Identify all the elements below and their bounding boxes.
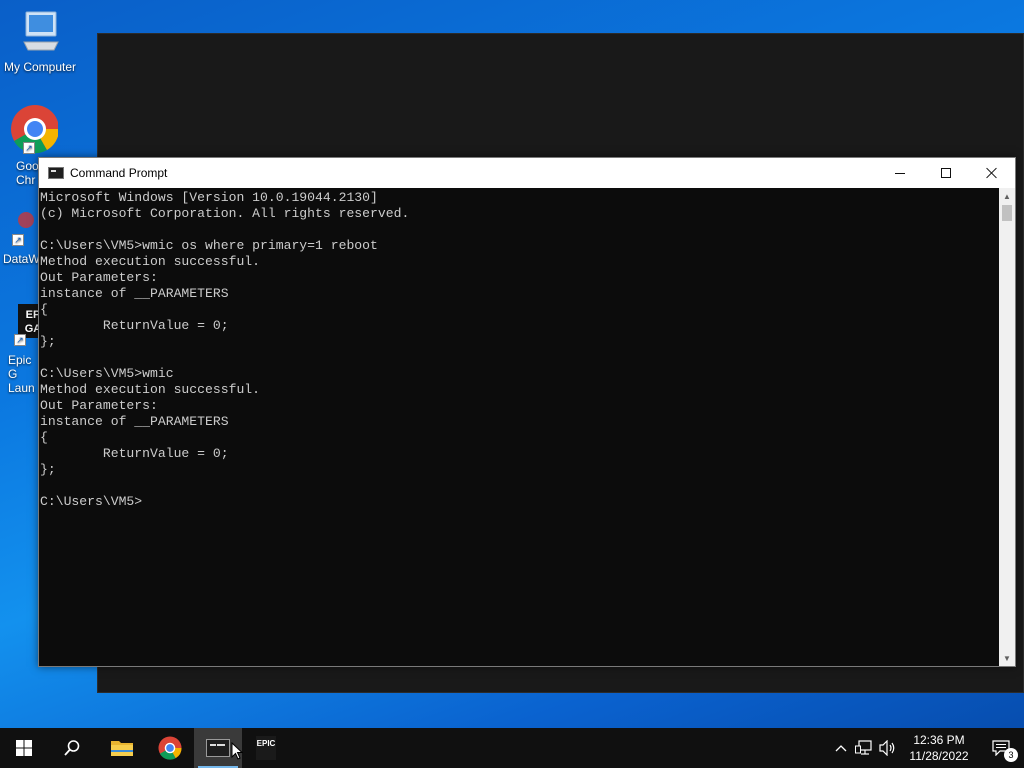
scroll-down-button[interactable]: ▼ xyxy=(999,650,1015,666)
computer-icon xyxy=(23,11,59,51)
epic-games-icon: EP GA xyxy=(18,304,38,338)
maximize-icon xyxy=(941,168,951,178)
epic-games-icon: EPIC xyxy=(256,736,276,760)
desktop-icon-epic-games[interactable]: EP GA ↗ Epic G Laun xyxy=(0,304,38,395)
start-button[interactable] xyxy=(0,728,48,768)
command-prompt-icon xyxy=(206,739,230,757)
search-button[interactable] xyxy=(48,728,96,768)
shortcut-arrow-icon: ↗ xyxy=(12,234,24,246)
network-icon xyxy=(855,740,872,755)
folder-icon xyxy=(111,741,133,756)
speaker-icon xyxy=(879,740,895,756)
taskbar-chrome[interactable] xyxy=(146,728,194,768)
chrome-icon xyxy=(158,736,182,760)
taskbar-clock[interactable]: 12:36 PM 11/28/2022 xyxy=(900,728,978,768)
epic-logo-text: EPIC xyxy=(256,739,276,748)
windows-logo-icon xyxy=(16,740,32,756)
search-icon xyxy=(64,740,80,756)
minimize-icon xyxy=(895,172,905,174)
desktop-icon-label: DataW xyxy=(3,252,38,266)
window-title: Command Prompt xyxy=(70,166,168,180)
network-button[interactable] xyxy=(852,728,876,768)
shortcut-arrow-icon: ↗ xyxy=(14,334,26,346)
scroll-thumb[interactable] xyxy=(1002,205,1012,221)
desktop-icon-label: Epic G Laun xyxy=(8,353,35,395)
taskbar-file-explorer[interactable] xyxy=(98,728,146,768)
console-output[interactable]: Microsoft Windows [Version 10.0.19044.21… xyxy=(39,188,1000,666)
vertical-scrollbar[interactable]: ▲ ▼ xyxy=(999,188,1015,666)
scroll-up-button[interactable]: ▲ xyxy=(999,188,1015,204)
shortcut-arrow-icon: ↗ xyxy=(23,142,35,154)
maximize-button[interactable] xyxy=(923,158,969,188)
taskbar-command-prompt[interactable] xyxy=(194,728,243,768)
clock-date: 11/28/2022 xyxy=(909,749,969,763)
desktop-icon-label: My Computer xyxy=(3,60,77,74)
show-hidden-icons-button[interactable] xyxy=(830,728,852,768)
volume-button[interactable] xyxy=(876,728,900,768)
taskbar-epic-games[interactable]: EPIC xyxy=(242,728,290,768)
taskbar: EPIC 12:36 PM 11/28/2022 3 xyxy=(0,728,1024,768)
clock-time: 12:36 PM xyxy=(913,733,965,747)
command-prompt-icon xyxy=(48,167,64,179)
command-prompt-window[interactable]: Command Prompt Microsoft Windows [Versio… xyxy=(38,157,1016,667)
chevron-up-icon xyxy=(835,745,847,752)
system-tray: 12:36 PM 11/28/2022 3 xyxy=(830,728,1024,768)
title-bar[interactable]: Command Prompt xyxy=(39,158,1015,188)
minimize-button[interactable] xyxy=(877,158,923,188)
action-center-button[interactable]: 3 xyxy=(978,728,1024,768)
desktop-icon-my-computer[interactable]: My Computer xyxy=(0,8,80,74)
notification-count-badge: 3 xyxy=(1004,748,1018,762)
desktop-icon-datawrapper[interactable]: ↗ DataW xyxy=(0,208,38,266)
close-icon xyxy=(986,167,998,179)
close-button[interactable] xyxy=(969,158,1015,188)
